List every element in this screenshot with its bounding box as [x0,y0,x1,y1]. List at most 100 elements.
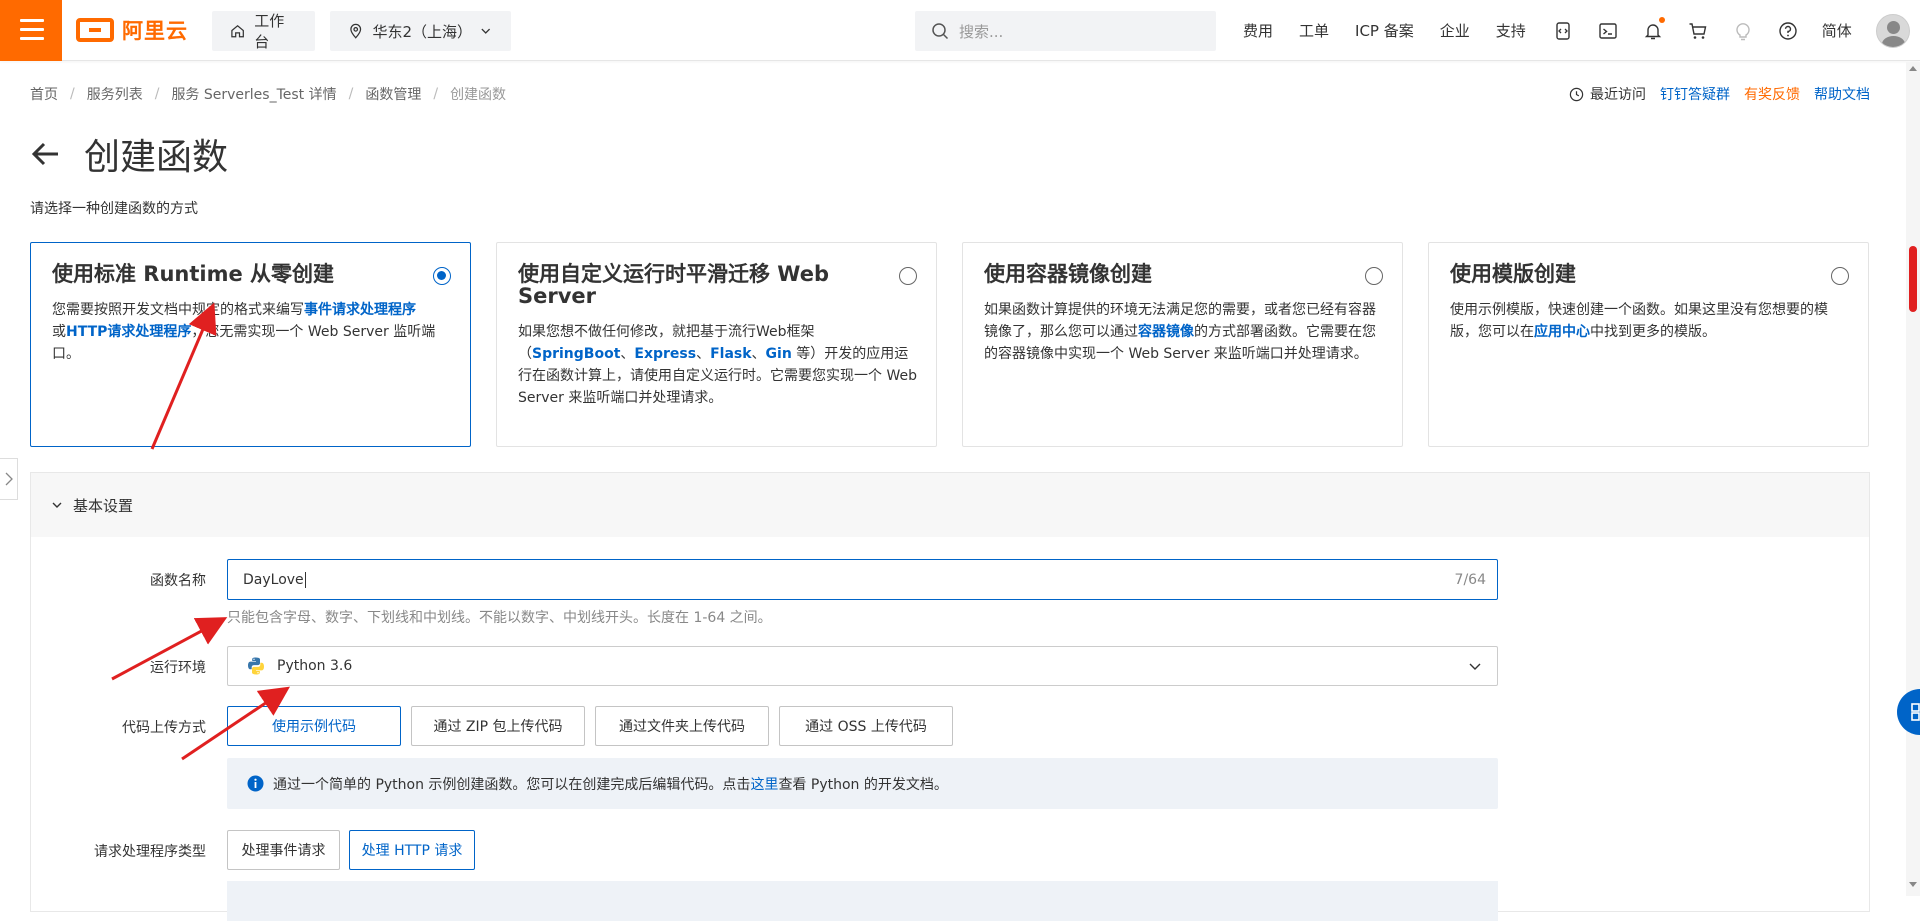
feedback-link[interactable]: 有奖反馈 [1744,84,1800,104]
container-image-link[interactable]: 容器镜像 [1138,324,1194,340]
breadcrumb: 首页 / 服务列表 / 服务 Serverles_Test 详情 / 函数管理 … [30,84,506,104]
upload-folder-button[interactable]: 通过文件夹上传代码 [595,706,769,746]
user-avatar[interactable] [1876,14,1910,48]
recent-visits-link[interactable]: 最近访问 [1569,84,1646,104]
handler-http-button[interactable]: 处理 HTTP 请求 [349,830,475,870]
upload-zip-button[interactable]: 通过 ZIP 包上传代码 [411,706,585,746]
upload-method-label: 代码上传方式 [122,720,206,736]
runtime-label: 运行环境 [150,660,206,676]
basic-settings-section: 基本设置 函数名称 DayLove 7/64 只能包含字母、数字、下划线和中划线… [30,472,1870,921]
card-description: 如果函数计算提供的环境无法满足您的需要，或者您已经有容器镜像了，那么您可以通过容… [984,299,1384,365]
location-icon [350,23,362,39]
radio-standard-runtime[interactable] [433,267,451,285]
card-title: 使用容器镜像创建 [984,262,1152,286]
app-center-link[interactable]: 应用中心 [1534,324,1590,340]
breadcrumb-separator: / [348,86,354,102]
logo-text: 阿里云 [122,19,188,43]
handler-type-label: 请求处理程序类型 [94,844,206,860]
nav-ticket[interactable]: 工单 [1299,20,1329,41]
workbench-button[interactable]: 工作台 [212,11,315,51]
next-info-box [227,881,1498,921]
page-title: 创建函数 [30,128,228,180]
upload-method-group: 使用示例代码 通过 ZIP 包上传代码 通过文件夹上传代码 通过 OSS 上传代… [227,706,953,746]
scrollbar-thumb[interactable] [1909,246,1917,312]
lightbulb-icon[interactable] [1732,20,1754,42]
event-handler-link[interactable]: 事件请求处理程序 [304,302,416,318]
card-description: 如果您想不做任何修改，就把基于流行Web框架（SpringBoot、Expres… [518,321,918,409]
help-docs-link[interactable]: 帮助文档 [1814,84,1870,104]
nav-enterprise[interactable]: 企业 [1440,20,1470,41]
function-name-input[interactable]: DayLove 7/64 [227,559,1498,600]
floating-tool-button[interactable] [1897,689,1920,735]
desc-text: 、 [696,346,711,363]
card-container-image[interactable]: 使用容器镜像创建 如果函数计算提供的环境无法满足您的需要，或者您已经有容器镜像了… [962,242,1403,447]
card-custom-runtime[interactable]: 使用自定义运行时平滑迁移 Web Server 如果您想不做任何修改，就把基于流… [496,242,937,447]
recent-visits-label: 最近访问 [1590,87,1646,103]
search-placeholder: 搜索... [959,22,1004,41]
python-docs-link[interactable]: 这里 [750,777,778,793]
menu-icon-line [20,19,44,22]
upload-oss-button[interactable]: 通过 OSS 上传代码 [779,706,953,746]
handler-event-button[interactable]: 处理事件请求 [227,830,340,870]
desc-text: 或 [52,324,66,341]
nav-icp[interactable]: ICP 备案 [1355,20,1414,41]
home-icon [231,24,244,38]
upload-sample-code-button[interactable]: 使用示例代码 [227,706,401,746]
menu-button[interactable] [0,0,62,61]
section-header[interactable]: 基本设置 [31,473,1869,537]
scroll-down-icon[interactable] [1909,882,1917,887]
top-nav: 费用 工单 ICP 备案 企业 支持 简体 [1243,0,1878,61]
page-top-links: 最近访问 钉钉答疑群 有奖反馈 帮助文档 [1569,84,1870,104]
express-keyword: Express [634,346,697,363]
clock-icon [1569,87,1584,101]
desc-text: 您需要按照开发文档中规定的格式来编写 [52,302,304,319]
nav-billing[interactable]: 费用 [1243,20,1273,41]
card-description: 您需要按照开发文档中规定的格式来编写事件请求处理程序 或HTTP请求处理程序，您… [52,299,452,365]
back-arrow-icon[interactable] [30,138,62,170]
sidebar-expand-handle[interactable] [0,458,18,500]
http-handler-link[interactable]: HTTP请求处理程序 [66,324,191,340]
desc-text: 、 [751,346,766,363]
springboot-keyword: SpringBoot [532,346,621,363]
card-template[interactable]: 使用模版创建 使用示例模版，快速创建一个函数。如果这里没有您想要的模版，您可以在… [1428,242,1869,447]
desc-text: 、 [620,346,635,363]
notification-bell-icon[interactable] [1642,16,1665,42]
function-name-label: 函数名称 [150,573,206,589]
breadcrumb-service-list[interactable]: 服务列表 [87,84,143,104]
search-icon [932,23,949,40]
handler-type-group: 处理事件请求 处理 HTTP 请求 [227,830,475,870]
top-navigation-bar: 阿里云 工作台 华东2（上海） 搜索... 费用 工单 ICP 备案 企业 支持 [0,0,1920,61]
runtime-select[interactable]: Python 3.6 [227,646,1498,686]
search-input[interactable]: 搜索... [915,11,1216,51]
breadcrumb-function-management[interactable]: 函数管理 [365,84,421,104]
aliyun-logo[interactable]: 阿里云 [76,14,188,46]
breadcrumb-service-detail[interactable]: 服务 Serverles_Test 详情 [171,84,336,104]
radio-template[interactable] [1831,267,1849,285]
nav-support[interactable]: 支持 [1496,20,1526,41]
breadcrumb-home[interactable]: 首页 [30,84,58,104]
breadcrumb-current: 创建函数 [450,87,507,103]
chevron-right-icon [5,472,13,486]
python-icon [248,657,264,675]
desc-text: 中找到更多的模版。 [1590,324,1716,341]
card-description: 使用示例模版，快速创建一个函数。如果这里没有您想要的模版，您可以在应用中心中找到… [1450,299,1850,343]
language-switch[interactable]: 简体 [1822,20,1852,41]
card-standard-runtime[interactable]: 使用标准 Runtime 从零创建 您需要按照开发文档中规定的格式来编写事件请求… [30,242,471,447]
app-icon[interactable] [1552,20,1574,42]
chevron-down-icon [52,502,62,508]
help-icon[interactable] [1777,20,1799,42]
chevron-down-icon [1469,663,1481,670]
page-title-text: 创建函数 [84,137,229,178]
menu-icon-line [20,37,44,40]
cart-icon[interactable] [1687,20,1709,42]
info-icon [247,775,264,792]
region-label: 华东2（上海） [372,22,472,41]
region-selector[interactable]: 华东2（上海） [330,11,511,51]
radio-container-image[interactable] [1365,267,1383,285]
dingtalk-group-link[interactable]: 钉钉答疑群 [1660,84,1730,104]
page-scrollbar[interactable] [1906,62,1920,896]
radio-custom-runtime[interactable] [899,267,917,285]
info-text: 通过一个简单的 Python 示例创建函数。您可以在创建完成后编辑代码。点击 [273,776,751,793]
scroll-up-icon[interactable] [1909,66,1917,71]
terminal-icon[interactable] [1597,20,1619,42]
